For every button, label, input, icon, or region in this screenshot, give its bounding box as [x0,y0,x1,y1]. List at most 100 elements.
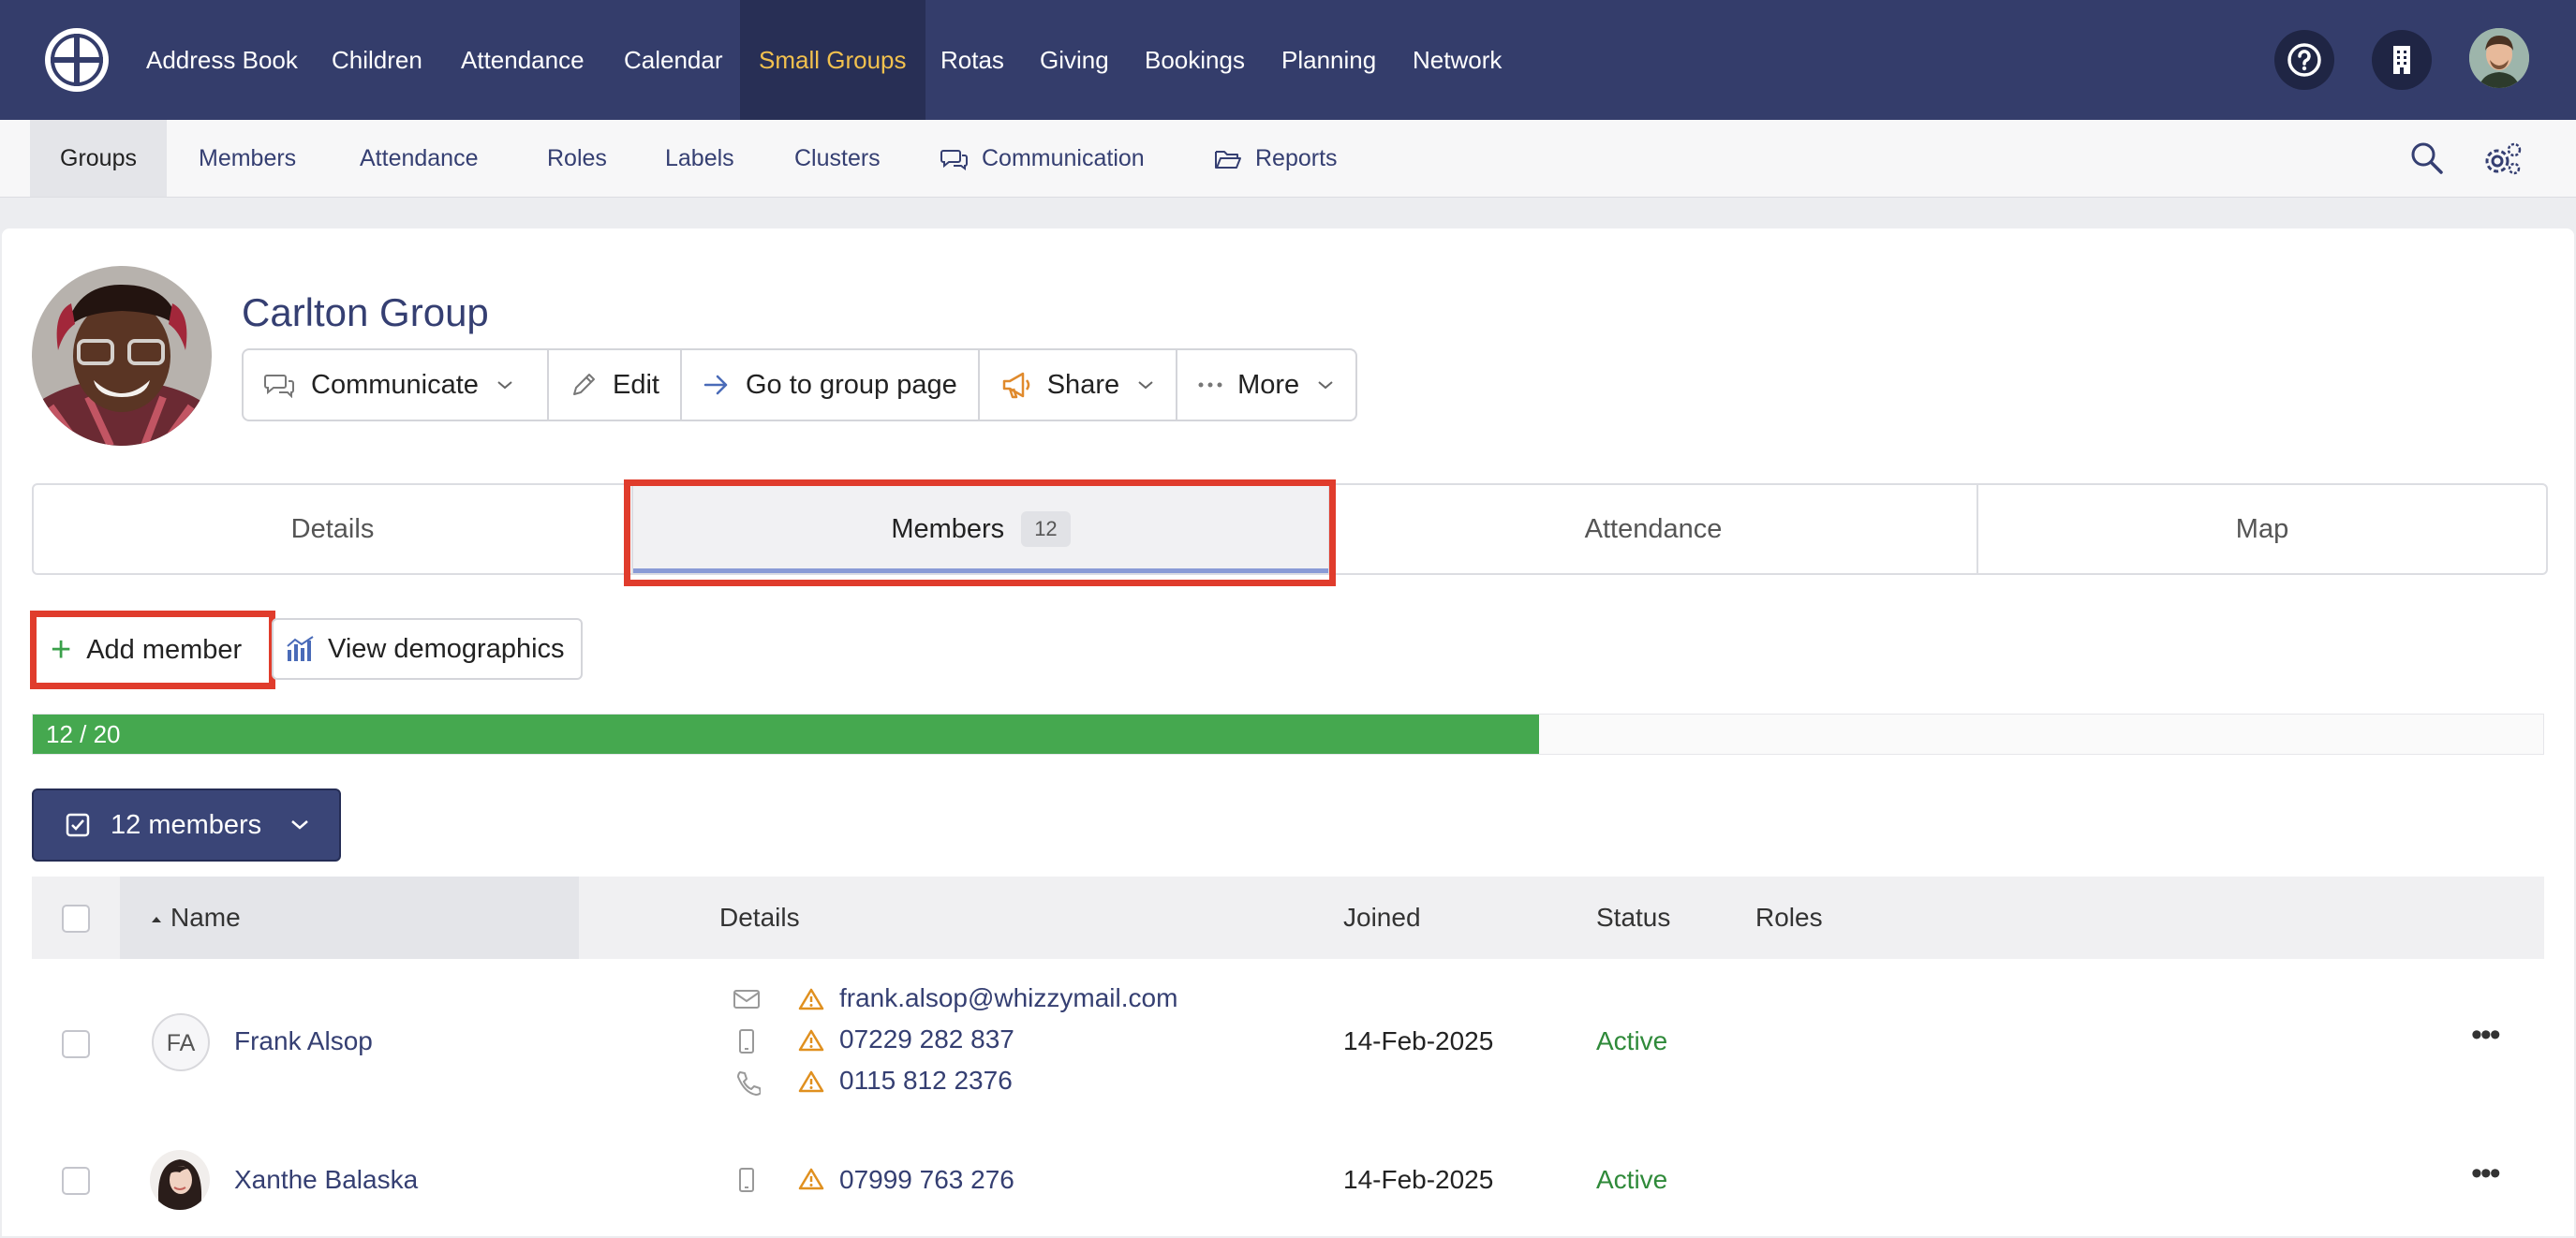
nav-giving[interactable]: Giving [1040,0,1109,120]
nav-calendar[interactable]: Calendar [624,0,723,120]
more-button[interactable]: More [1177,350,1355,420]
row-checkbox[interactable] [62,1167,90,1195]
share-button[interactable]: Share [980,350,1178,420]
status-text: Active [1596,1165,1668,1194]
name-header-label: Name [170,903,241,932]
tab-map[interactable]: Map [1978,485,2546,573]
megaphone-icon [1002,372,1029,399]
help-button[interactable] [2274,30,2334,90]
add-member-label: Add member [86,634,243,665]
chat-icon [264,375,294,398]
chat-icon [940,150,968,171]
user-avatar[interactable] [2469,28,2529,88]
joined-date: 14-Feb-2025 [1343,1165,1494,1194]
organisation-button[interactable] [2372,30,2432,90]
chevron-down-icon [1318,381,1333,390]
row-actions-menu[interactable]: ••• [2471,1017,2501,1054]
app-logo[interactable] [45,28,109,92]
status-column-header[interactable]: Status [1596,877,1670,959]
capacity-progress-bar: 12 / 20 [32,714,2544,755]
warning-icon [798,1168,824,1190]
tab-attendance-label: Attendance [1584,513,1723,544]
edit-button[interactable]: Edit [549,350,682,420]
folder-open-icon [1215,151,1241,169]
tab-attendance[interactable]: Attendance [1330,485,1978,573]
search-icon[interactable] [2409,140,2445,176]
subnav-groups[interactable]: Groups [30,120,167,197]
member-mobile-link[interactable]: 07229 282 837 [839,1024,1014,1054]
warning-icon [798,1070,824,1093]
subnav-labels[interactable]: Labels [665,120,734,197]
table-row[interactable]: Xanthe Balaska 07999 763 276 14-Feb-2025… [32,1126,2544,1238]
member-selection-label: 12 members [111,809,262,840]
select-all-checkbox[interactable] [62,905,90,933]
group-photo [32,266,212,446]
avatar: FA [152,1013,210,1071]
member-selection-dropdown[interactable]: 12 members [32,788,341,862]
joined-column-header[interactable]: Joined [1343,877,1421,959]
subnav-clusters[interactable]: Clusters [794,120,881,197]
table-row[interactable]: FA Frank Alsop frank.alsop@whizzymail.co… [32,959,2544,1127]
joined-date: 14-Feb-2025 [1343,1026,1494,1055]
tab-members[interactable]: Members 12 [633,485,1330,573]
row-actions-menu[interactable]: ••• [2471,1156,2501,1192]
edit-label: Edit [613,369,659,400]
help-icon [2287,43,2321,77]
avatar [150,1150,210,1210]
chevron-down-icon [291,820,308,830]
add-member-button[interactable]: + Add member [37,620,262,680]
member-name-link[interactable]: Xanthe Balaska [234,1165,418,1195]
share-label: Share [1046,369,1120,400]
tab-details[interactable]: Details [34,485,633,573]
ellipsis-icon [1198,382,1222,388]
chart-icon [287,636,314,661]
more-label: More [1237,369,1300,400]
roles-column-header: Roles [1755,903,1823,932]
subnav-attendance[interactable]: Attendance [360,120,479,197]
pencil-icon [573,374,595,395]
sub-navigation: Groups Members Attendance Roles Labels C… [0,120,2576,198]
communicate-button[interactable]: Communicate [244,350,549,420]
communicate-label: Communicate [311,369,479,400]
building-icon [2393,46,2410,74]
capacity-progress-fill [33,715,1539,754]
sort-ascending-icon [152,916,161,922]
subnav-members[interactable]: Members [199,120,296,197]
row-checkbox[interactable] [62,1030,90,1058]
nav-attendance[interactable]: Attendance [461,0,585,120]
nav-rotas[interactable]: Rotas [940,0,1004,120]
arrow-right-icon [703,375,728,395]
member-name-link[interactable]: Frank Alsop [234,1026,373,1056]
nav-small-groups[interactable]: Small Groups [740,0,925,120]
envelope-icon [733,990,760,1009]
go-to-group-page-label: Go to group page [745,369,957,400]
view-demographics-button[interactable]: View demographics [272,618,583,680]
group-tabs: Details Members 12 Attendance Map [32,483,2548,575]
subnav-roles[interactable]: Roles [547,120,607,197]
nav-bookings[interactable]: Bookings [1145,0,1245,120]
checkbox-checked-icon [66,813,90,837]
member-phone-link[interactable]: 0115 812 2376 [839,1066,1013,1096]
subnav-communication[interactable]: Communication [940,120,1145,197]
chevron-down-icon [1138,381,1153,390]
go-to-group-page-button[interactable]: Go to group page [682,350,980,420]
view-demographics-label: View demographics [328,633,565,664]
name-column-header[interactable]: Name [150,877,241,959]
nav-planning[interactable]: Planning [1281,0,1376,120]
chevron-down-icon [497,381,512,390]
warning-icon [798,988,824,1010]
top-navigation: Address Book Children Attendance Calenda… [0,0,2576,120]
nav-network[interactable]: Network [1413,0,1502,120]
mobile-phone-icon [739,1029,754,1054]
member-email-link[interactable]: frank.alsop@whizzymail.com [839,983,1177,1013]
tab-map-label: Map [2235,513,2289,544]
settings-gears-icon[interactable] [2482,140,2524,178]
mobile-phone-icon [739,1168,754,1192]
subnav-reports[interactable]: Reports [1214,120,1338,197]
nav-address-book[interactable]: Address Book [146,0,298,120]
subnav-reports-label: Reports [1255,145,1338,171]
member-mobile-link[interactable]: 07999 763 276 [839,1165,1014,1195]
nav-children[interactable]: Children [332,0,422,120]
group-title: Carlton Group [242,290,489,334]
phone-icon [737,1071,761,1096]
